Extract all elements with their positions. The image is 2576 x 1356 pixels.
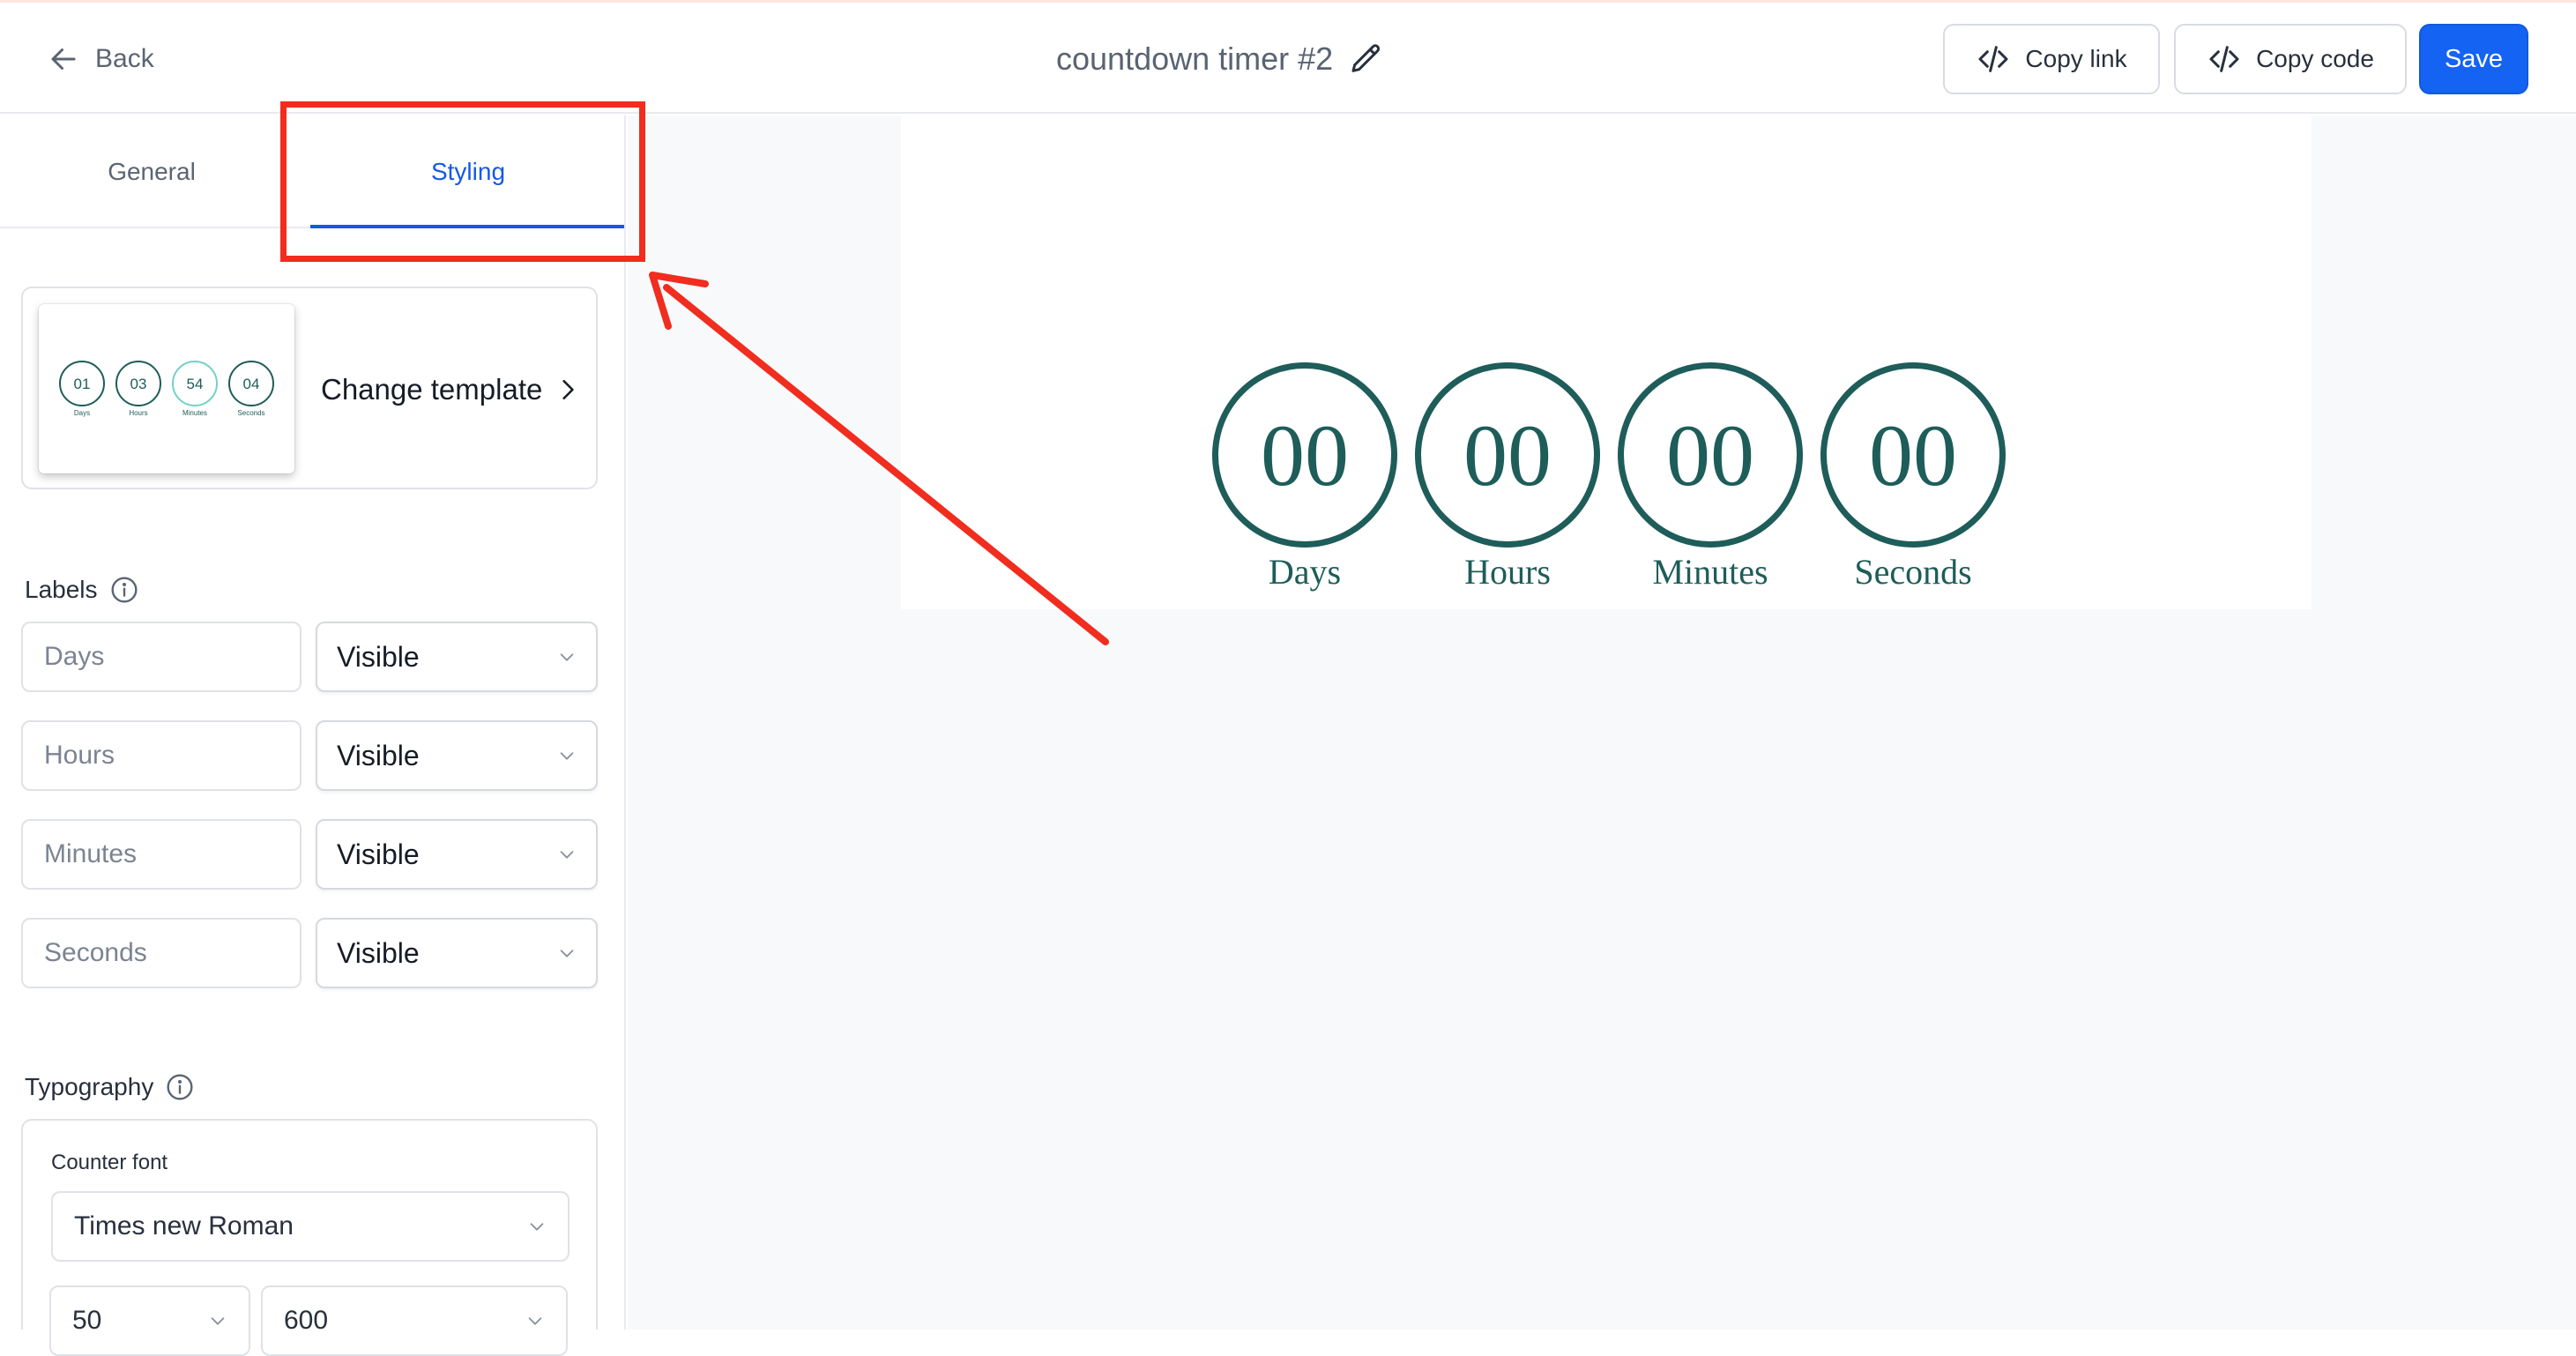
code-icon — [1978, 46, 2008, 72]
template-preview-graphic: 01 03 54 04 Days Hours Minutes Seconds — [59, 361, 274, 417]
settings-sidebar: General Styling 01 03 54 04 Days Hours M… — [0, 115, 626, 1330]
timer-value-minutes: 00 — [1618, 362, 1803, 548]
thumb-label-minutes: Minutes — [182, 409, 207, 417]
label-visibility-select-days[interactable]: Visible — [316, 622, 598, 692]
labels-section-title: Labels — [25, 572, 138, 607]
thumb-value-days: 01 — [74, 376, 91, 392]
timer-label-hours: Hours — [1464, 552, 1551, 592]
pencil-icon[interactable] — [1349, 41, 1384, 77]
arrow-left-icon — [51, 48, 76, 70]
page-title: countdown timer #2 — [1056, 41, 1334, 77]
info-icon[interactable] — [166, 1073, 194, 1101]
select-value: 600 — [284, 1306, 329, 1335]
counter-font-select[interactable]: Times new Roman — [51, 1191, 570, 1262]
chevron-down-icon — [560, 950, 574, 957]
change-template-label: Change template — [321, 373, 543, 406]
label-visibility-select-minutes[interactable]: Visible — [316, 819, 598, 890]
chevron-down-icon — [560, 752, 574, 760]
font-size-select[interactable]: 50 — [49, 1285, 250, 1356]
copy-code-button[interactable]: Copy code — [2174, 24, 2407, 94]
timer-unit-days: 00 Days — [1210, 362, 1400, 600]
timer-value-days: 00 — [1212, 362, 1397, 548]
back-button[interactable]: Back — [48, 40, 154, 78]
annotation-highlight-box — [280, 101, 645, 262]
font-weight-select[interactable]: 600 — [261, 1285, 568, 1356]
chevron-right-icon — [562, 379, 575, 400]
app-header: Back countdown timer #2 Copy link Copy c… — [0, 3, 2576, 114]
back-label: Back — [95, 44, 154, 73]
labels-heading: Labels — [25, 576, 98, 603]
timer-value-seconds: 00 — [1820, 362, 2006, 548]
thumb-label-days: Days — [74, 409, 90, 417]
chevron-down-icon — [560, 851, 574, 859]
thumb-value-minutes: 54 — [187, 376, 204, 392]
info-icon[interactable] — [110, 576, 138, 604]
chevron-down-icon — [211, 1317, 225, 1325]
timer-unit-seconds: 00 Seconds — [1818, 362, 2008, 600]
code-icon — [2209, 46, 2239, 72]
counter-font-label: Counter font — [51, 1151, 168, 1174]
thumb-label-seconds: Seconds — [237, 409, 264, 417]
copy-code-label: Copy code — [2256, 45, 2374, 72]
label-visibility-select-seconds[interactable]: Visible — [316, 918, 598, 988]
template-thumbnail: 01 03 54 04 Days Hours Minutes Seconds — [39, 304, 294, 473]
select-value: 50 — [72, 1306, 102, 1335]
timer-title[interactable]: countdown timer #2 — [1056, 36, 1384, 82]
save-button[interactable]: Save — [2419, 24, 2528, 94]
select-value: Visible — [337, 640, 420, 673]
copy-link-button[interactable]: Copy link — [1943, 24, 2160, 94]
change-template-button[interactable]: Change template — [321, 368, 579, 412]
thumb-value-seconds: 04 — [243, 376, 260, 392]
typography-heading: Typography — [25, 1073, 154, 1100]
select-value: Visible — [337, 936, 420, 969]
template-card[interactable]: 01 03 54 04 Days Hours Minutes Seconds C… — [21, 287, 598, 489]
select-value: Visible — [337, 838, 420, 870]
timer-unit-minutes: 00 Minutes — [1615, 362, 1805, 600]
chevron-down-icon — [530, 1223, 544, 1231]
timer-label-seconds: Seconds — [1854, 552, 1972, 592]
timer-unit-hours: 00 Hours — [1412, 362, 1603, 600]
timer-preview: 00 Days 00 Hours 00 Minutes 00 Seconds — [901, 115, 2312, 609]
select-value: Times new Roman — [74, 1211, 294, 1241]
timer-label-days: Days — [1268, 552, 1342, 592]
copy-link-label: Copy link — [2025, 45, 2127, 72]
typography-section-title: Typography — [25, 1069, 194, 1105]
timer-value-hours: 00 — [1415, 362, 1600, 548]
label-input-seconds[interactable]: Seconds — [21, 918, 302, 988]
chevron-down-icon — [560, 653, 574, 661]
label-input-minutes[interactable]: Minutes — [21, 819, 302, 890]
timer-label-minutes: Minutes — [1652, 552, 1768, 592]
label-input-days[interactable]: Days — [21, 622, 302, 692]
label-visibility-select-hours[interactable]: Visible — [316, 720, 598, 791]
select-value: Visible — [337, 739, 420, 771]
tab-general[interactable]: General — [53, 115, 250, 228]
thumb-label-hours: Hours — [129, 409, 147, 417]
chevron-down-icon — [528, 1317, 542, 1325]
thumb-value-hours: 03 — [130, 376, 147, 392]
label-input-hours[interactable]: Hours — [21, 720, 302, 791]
